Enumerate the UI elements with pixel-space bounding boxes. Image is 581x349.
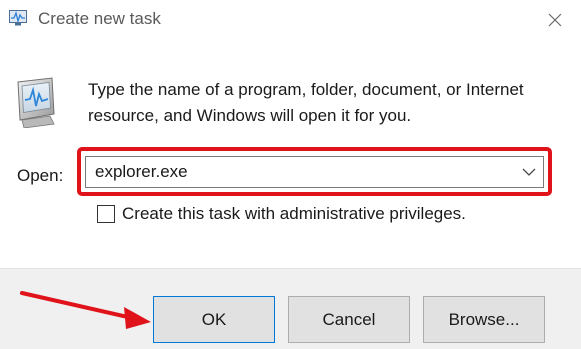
browse-button[interactable]: Browse... [423,296,545,343]
create-new-task-dialog: Create new task Type the name of a progr… [0,0,581,349]
monitor-activity-icon [14,74,60,129]
ok-button[interactable]: OK [153,296,275,343]
cancel-button[interactable]: Cancel [288,296,410,343]
open-input-value[interactable]: explorer.exe [95,162,188,182]
window-title: Create new task [38,9,161,28]
admin-privileges-label[interactable]: Create this task with administrative pri… [122,204,466,224]
close-button[interactable] [541,6,569,34]
close-icon [548,13,562,27]
title-bar: Create new task [0,0,581,40]
dialog-description: Type the name of a program, folder, docu… [88,80,524,125]
chevron-down-icon[interactable] [521,165,537,179]
admin-privileges-checkbox[interactable] [97,205,115,223]
open-combobox[interactable]: explorer.exe [85,156,544,188]
open-label: Open: [17,166,64,185]
task-manager-icon [9,10,27,26]
